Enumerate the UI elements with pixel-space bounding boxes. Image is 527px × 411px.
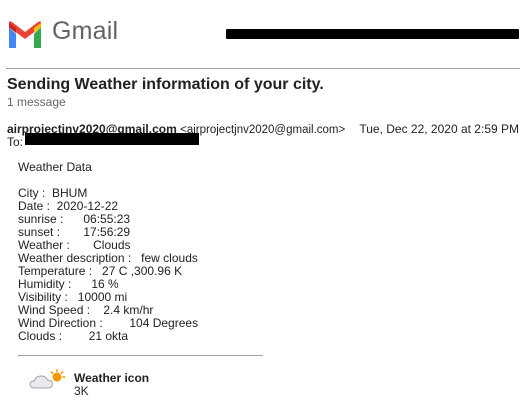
recipient-label: To: xyxy=(7,135,24,149)
header-divider xyxy=(6,68,520,69)
sender-address: <airprojectjnv2020@gmail.com> xyxy=(180,124,346,136)
attachment-title[interactable]: Weather icon xyxy=(74,371,149,385)
gmail-header: Gmail xyxy=(0,0,527,68)
attachment-divider xyxy=(18,355,263,356)
redacted-recipient xyxy=(25,133,199,145)
redacted-account-email xyxy=(226,29,519,39)
message-body: Weather Data City : BHUM Date : 2020-12-… xyxy=(18,161,198,343)
gmail-logo-icon[interactable] xyxy=(6,20,44,50)
message-date: Tue, Dec 22, 2020 at 2:59 PM xyxy=(359,122,519,136)
cloud-sun-icon[interactable] xyxy=(29,369,67,391)
message-count: 1 message xyxy=(7,95,66,109)
email-subject: Sending Weather information of your city… xyxy=(7,76,324,93)
attachment-size: 3K xyxy=(74,384,89,398)
gmail-wordmark: Gmail xyxy=(52,17,119,45)
body-line-clouds: Clouds : 21 okta xyxy=(18,329,129,343)
body-heading: Weather Data xyxy=(18,160,92,174)
